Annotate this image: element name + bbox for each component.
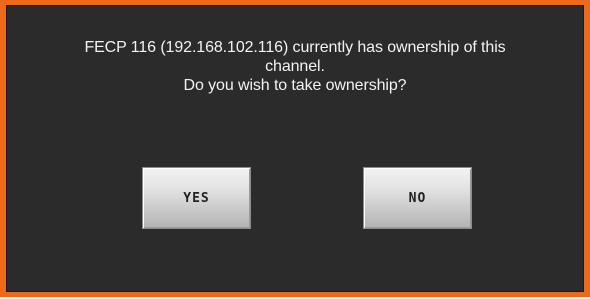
message-line-1: FECP 116 (192.168.102.116) currently has… bbox=[84, 39, 506, 56]
dialog-body: FECP 116 (192.168.102.116) currently has… bbox=[6, 5, 584, 292]
dialog-message: FECP 116 (192.168.102.116) currently has… bbox=[7, 38, 583, 95]
no-button-label: NO bbox=[408, 190, 427, 206]
message-line-3: Do you wish to take ownership? bbox=[183, 77, 407, 94]
no-button[interactable]: NO bbox=[363, 167, 472, 229]
ownership-dialog: FECP 116 (192.168.102.116) currently has… bbox=[0, 0, 590, 297]
message-line-2: channel. bbox=[265, 58, 325, 75]
yes-button-label: YES bbox=[183, 190, 210, 206]
yes-button[interactable]: YES bbox=[142, 167, 251, 229]
